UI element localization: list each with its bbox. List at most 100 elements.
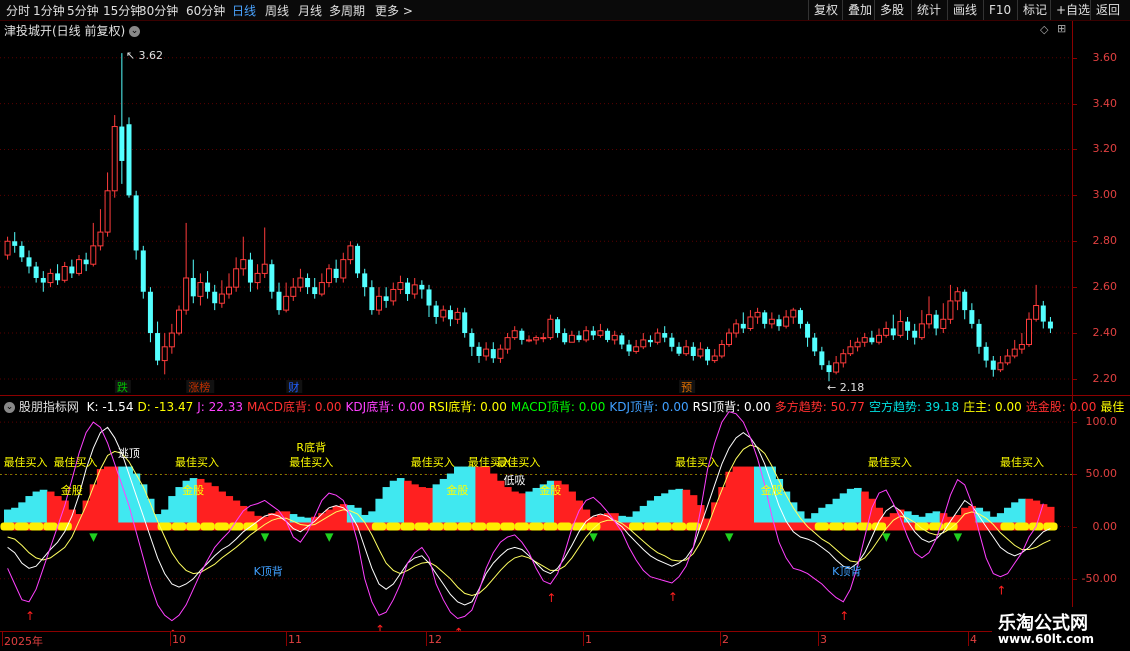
candle-body	[97, 231, 104, 247]
toolbar-button[interactable]: 复权	[808, 0, 843, 20]
period-tab[interactable]: 周线	[265, 2, 289, 19]
candle-body	[90, 245, 97, 265]
candle-body	[240, 259, 247, 270]
toolbar-button[interactable]: 叠加	[842, 0, 877, 20]
date-tick-label: 11	[288, 633, 302, 646]
period-tab[interactable]: 日线	[232, 2, 256, 19]
candle-body	[69, 266, 75, 274]
zero-band-segment	[186, 522, 201, 531]
candle-body	[1047, 321, 1053, 329]
event-badge-label: 涨榜	[188, 380, 210, 394]
trend-column	[204, 482, 212, 527]
price-tick-label: 3.60	[1092, 50, 1118, 64]
candle-body	[976, 323, 982, 347]
candle-body	[768, 318, 775, 325]
trend-column	[1018, 498, 1026, 527]
zero-band-segment	[400, 522, 415, 531]
signal-label: 逃顶	[117, 447, 140, 460]
sell-arrow: ▼	[725, 531, 734, 544]
toolbar-button[interactable]: 多股	[874, 0, 909, 20]
candle-body	[576, 335, 582, 340]
candle-body	[326, 268, 332, 284]
candle-body	[733, 323, 740, 334]
date-tick	[968, 632, 969, 646]
candle-body	[597, 330, 604, 336]
period-tab[interactable]: 分时	[6, 2, 30, 19]
candle-body	[433, 305, 439, 317]
signal-label: 金股	[539, 484, 562, 497]
high-price-label: ↖ 3.62	[126, 49, 163, 62]
zero-band-segment	[829, 522, 844, 531]
candle-body	[133, 195, 139, 251]
candle-body	[4, 240, 11, 256]
period-tab[interactable]: 多周期	[329, 2, 365, 19]
price-tick-label: 2.20	[1092, 371, 1118, 385]
period-tab[interactable]: 1分钟	[33, 2, 65, 19]
period-tab[interactable]: 月线	[298, 2, 322, 19]
candle-body	[226, 286, 232, 295]
candle-body	[726, 332, 732, 346]
event-badge[interactable]: 财	[286, 380, 303, 394]
signal-label: K顶背	[832, 565, 862, 578]
candle-body	[40, 277, 46, 283]
candle-body	[383, 296, 389, 301]
signal-label: 最佳买入	[3, 456, 48, 469]
date-tick-label: 1	[585, 633, 592, 646]
buy-arrow: ↑	[25, 609, 35, 623]
candle-body	[419, 284, 425, 290]
zero-band-segment	[643, 522, 658, 531]
price-tick	[1073, 241, 1077, 243]
candle-body	[1018, 344, 1025, 350]
sell-arrow: ▼	[325, 531, 334, 544]
period-tab[interactable]: 5分钟	[67, 2, 99, 19]
toolbar-button[interactable]: +自选	[1050, 0, 1095, 20]
period-tab[interactable]: 15分钟	[103, 2, 142, 19]
candle-body	[718, 344, 725, 357]
zero-band-segment	[529, 522, 544, 531]
trend-column	[132, 473, 141, 527]
candle-body	[119, 126, 125, 161]
zero-band-segment	[471, 522, 487, 531]
price-tick	[1073, 195, 1077, 197]
low-price-label: ← 2.18	[827, 381, 864, 394]
candle-body	[626, 344, 632, 352]
candle-body	[405, 282, 411, 295]
toolbar-button[interactable]: 标记	[1017, 0, 1052, 20]
trend-column	[504, 487, 512, 527]
zero-band-segment	[414, 522, 429, 531]
candle-body	[233, 268, 240, 288]
indicator-chart[interactable]: ↑▼↑▼▼↑↑↑▼↑▼↑▼▼↑	[0, 396, 1072, 631]
event-badge[interactable]: 跌	[114, 380, 131, 394]
period-tab[interactable]: 30分钟	[139, 2, 178, 19]
candle-body	[490, 349, 496, 359]
trend-column	[118, 466, 126, 527]
toolbar-button[interactable]: 统计	[911, 0, 946, 20]
trend-column	[25, 496, 34, 527]
toolbar-button[interactable]: 返回	[1090, 0, 1125, 20]
price-chart[interactable]: ↖ 3.62 ← 2.18 跌 涨榜 财 预	[0, 21, 1072, 395]
trend-column	[46, 491, 55, 527]
candle-body	[12, 241, 18, 246]
price-axis: 3.60 3.40 3.20 3.00 2.80 2.60 2.40 2.20	[1072, 21, 1130, 395]
candle-body	[1040, 305, 1046, 322]
candle-body	[605, 330, 611, 340]
toolbar-button[interactable]: F10	[983, 0, 1016, 20]
event-badge[interactable]: 预	[679, 380, 696, 394]
candle-body	[290, 286, 297, 297]
trend-column	[54, 496, 62, 527]
period-tab[interactable]: 60分钟	[186, 2, 225, 19]
candle-body	[762, 312, 768, 324]
candle-body	[376, 295, 382, 311]
candle-body	[869, 337, 875, 343]
trend-column	[654, 496, 662, 527]
toolbar-button[interactable]: 画线	[947, 0, 982, 20]
trend-column	[475, 466, 484, 527]
period-tab[interactable]: 更多 >	[375, 2, 413, 19]
sell-arrow: ▼	[882, 531, 891, 544]
zero-band-segment	[43, 522, 58, 531]
event-badge[interactable]: 涨榜	[186, 380, 215, 394]
indicator-tick-label: 100.0	[1085, 415, 1118, 429]
signal-label: 最佳买入	[53, 456, 98, 469]
candle-body	[705, 349, 711, 361]
candle-body	[568, 334, 575, 343]
